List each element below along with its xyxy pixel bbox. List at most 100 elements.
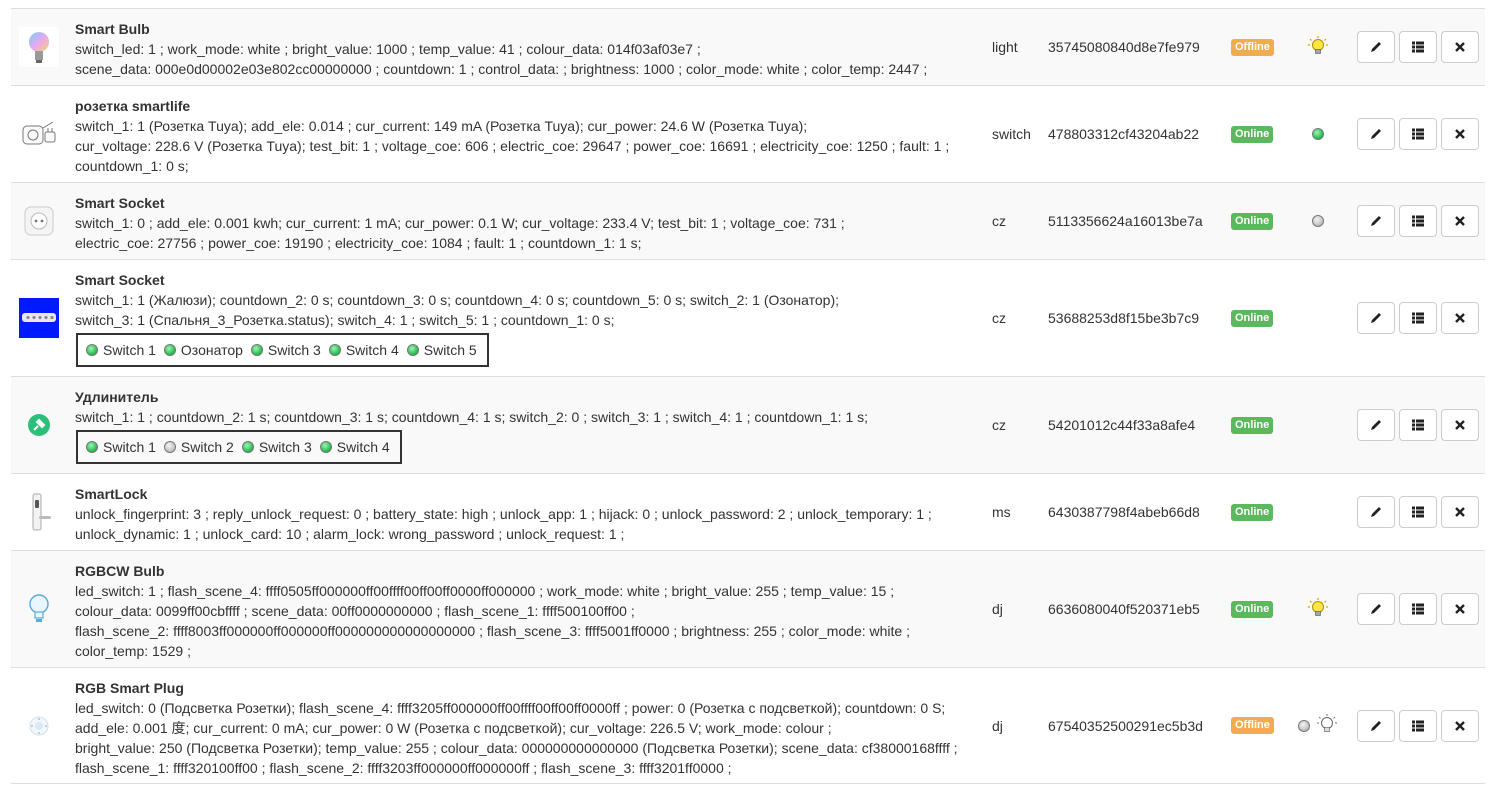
power-strip-icon [18,260,60,376]
list-icon [1412,506,1424,518]
device-info: Удлинитель switch_1: 1 ; countdown_2: 1 … [75,387,965,464]
delete-button[interactable] [1441,709,1479,742]
device-attributes: led_switch: 1 ; flash_scene_4: ffff0505f… [75,581,965,661]
device-table: Smart Bulb switch_led: 1 ; work_mode: wh… [11,8,1485,784]
device-name: SmartLock [75,486,148,502]
device-id: 5113356624a16013be7a [1048,213,1203,229]
attr-line: colour_data: 0099ff00cbffff ; scene_data… [75,603,635,619]
delete-button[interactable] [1441,118,1479,150]
details-button[interactable] [1399,409,1437,441]
device-row: Smart Socket switch_1: 1 (Жалюзи); count… [11,259,1485,376]
switch-led-on [163,344,176,356]
close-icon [1455,129,1465,139]
attr-line: switch_led: 1 ; work_mode: white ; brigh… [75,41,701,57]
device-id: 54201012c44f33a8afe4 [1048,417,1196,433]
device-attributes: switch_led: 1 ; work_mode: white ; brigh… [75,39,965,79]
device-name: RGBCW Bulb [75,563,165,579]
delete-button[interactable] [1441,302,1479,334]
close-icon [1455,216,1465,226]
device-info: розетка smartlife switch_1: 1 (Розетка T… [75,96,965,176]
edit-button[interactable] [1357,709,1395,742]
close-icon [1455,420,1465,430]
device-name: Smart Bulb [75,21,150,37]
green-plug-icon [18,377,60,473]
device-info: Smart Socket switch_1: 0 ; add_ele: 0.00… [75,193,965,253]
delete-button[interactable] [1441,496,1479,528]
delete-button[interactable] [1441,593,1479,625]
details-button[interactable] [1399,118,1437,150]
switch-label: Switch 3 [267,342,321,358]
switch-led-on [86,441,98,453]
switch-toggle[interactable]: Switch 1 [86,437,156,457]
switch-led-off[interactable] [1312,215,1324,227]
details-button[interactable] [1399,709,1437,742]
details-button[interactable] [1399,496,1437,528]
device-row: SmartLock unlock_fingerprint: 3 ; reply_… [11,473,1485,550]
bulb-outline-icon [18,551,60,667]
switch-toggle[interactable]: Озонатор [163,340,243,360]
attr-line: electric_coe: 27756 ; power_coe: 19190 ;… [75,235,642,251]
details-button[interactable] [1399,31,1437,63]
switch-led-on[interactable] [1312,128,1324,140]
switch-toggle[interactable]: Switch 4 [319,437,390,457]
list-icon [1412,419,1424,431]
details-button[interactable] [1399,593,1437,625]
switch-toggle[interactable]: Switch 3 [241,437,312,457]
switch-label: Switch 5 [423,342,477,358]
device-row: розетка smartlife switch_1: 1 (Розетка T… [11,85,1485,182]
device-type: dj [992,601,1003,617]
list-icon [1412,41,1424,53]
device-name: RGB Smart Plug [75,680,184,696]
socket-plug-icon [18,86,60,182]
pencil-icon [1371,507,1381,517]
edit-button[interactable] [1357,409,1395,441]
device-attributes: switch_1: 1 (Розетка Tuya); add_ele: 0.0… [75,116,965,176]
delete-button[interactable] [1441,31,1479,63]
edit-button[interactable] [1357,496,1395,528]
status-badge: Online [1231,416,1274,434]
lightbulb-on-icon[interactable] [1307,35,1329,60]
device-row: Smart Bulb switch_led: 1 ; work_mode: wh… [11,8,1485,85]
device-attributes: led_switch: 0 (Подсветка Розетки); flash… [75,698,965,778]
device-type: dj [992,717,1003,734]
attr-line: countdown_1: 0 s; [75,158,189,174]
device-info: RGB Smart Plug led_switch: 0 (Подсветка … [75,678,965,778]
switch-toggle[interactable]: Switch 1 [86,340,156,360]
lightbulb-off-icon[interactable] [1316,713,1338,738]
attr-line: color_temp: 1529 ; [75,643,191,659]
delete-button[interactable] [1441,205,1479,237]
close-icon [1455,720,1465,731]
device-type: ms [992,504,1011,520]
edit-button[interactable] [1357,593,1395,625]
attr-line: flash_scene_2: ffff8003ff000000ff000000f… [75,623,910,639]
attr-line: cur_voltage: 228.6 V (Розетка Tuya); tes… [75,138,950,154]
attr-line: add_ele: 0.001 度; cur_current: 0 mA; cur… [75,720,832,736]
switch-led-on [319,441,332,453]
switch-toggle[interactable]: Switch 2 [163,437,234,457]
edit-button[interactable] [1357,205,1395,237]
close-icon [1455,604,1465,614]
attr-line: unlock_dynamic: 1 ; unlock_card: 10 ; al… [75,526,625,542]
delete-button[interactable] [1441,409,1479,441]
attr-line: led_switch: 1 ; flash_scene_4: ffff0505f… [75,583,895,599]
edit-button[interactable] [1357,302,1395,334]
switch-group: Switch 1 Switch 2 Switch 3 Switch 4 [76,430,402,464]
switch-toggle[interactable]: Switch 4 [328,340,399,360]
edit-button[interactable] [1357,118,1395,150]
device-name: Удлинитель [75,389,159,405]
device-row: RGBCW Bulb led_switch: 1 ; flash_scene_4… [11,550,1485,667]
list-icon [1412,128,1424,140]
switch-toggle[interactable]: Switch 3 [250,340,321,360]
device-name: розетка smartlife [75,98,191,114]
close-icon [1455,313,1465,323]
edit-button[interactable] [1357,31,1395,63]
switch-toggle[interactable]: Switch 5 [406,340,477,360]
device-attributes: switch_1: 1 (Жалюзи); countdown_2: 0 s; … [75,290,965,330]
switch-led-on [86,344,98,356]
details-button[interactable] [1399,302,1437,334]
switch-led-off[interactable] [1298,719,1310,732]
details-button[interactable] [1399,205,1437,237]
attr-line: switch_1: 1 ; countdown_2: 1 s; countdow… [75,409,869,425]
attr-line: scene_data: 000e0d00002e03e802cc00000000… [75,61,928,77]
lightbulb-on-icon[interactable] [1307,597,1329,622]
